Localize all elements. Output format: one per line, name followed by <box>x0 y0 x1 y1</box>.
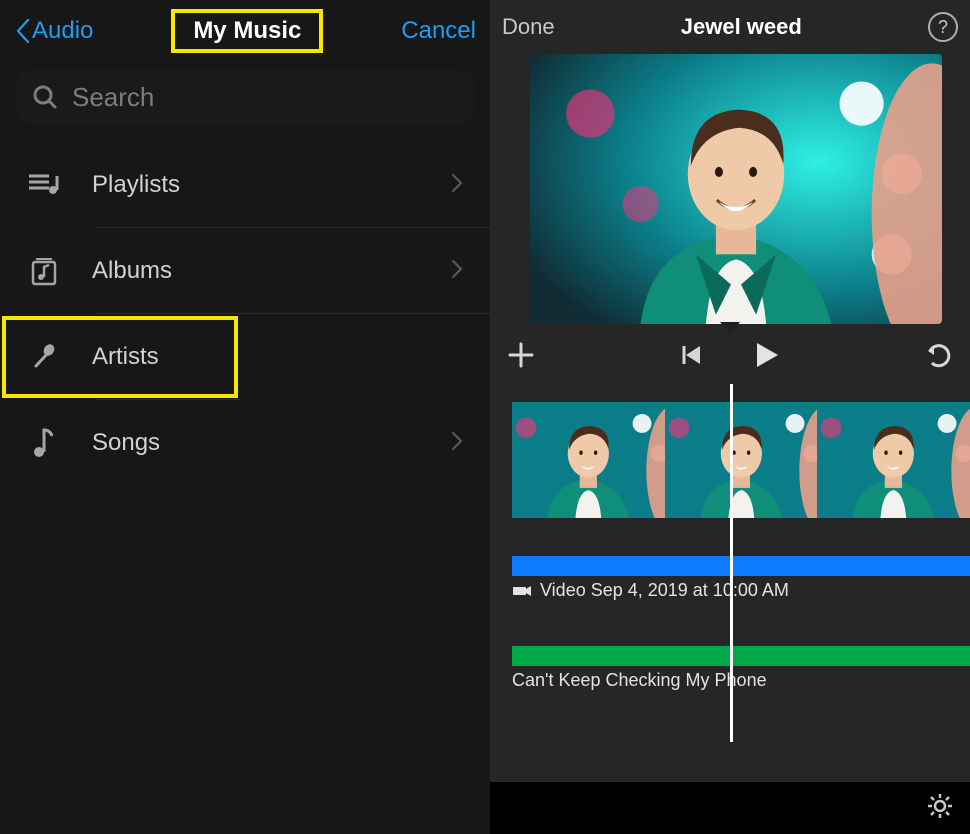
timeline[interactable]: Video Sep 4, 2019 at 10:00 AM Can't Keep… <box>490 384 970 782</box>
preview-viewport <box>490 54 970 330</box>
category-albums[interactable]: Albums <box>0 228 490 314</box>
albums-icon <box>26 253 62 289</box>
skip-back-button[interactable] <box>678 342 704 373</box>
video-track[interactable] <box>512 556 970 576</box>
gear-icon <box>926 792 954 820</box>
done-button[interactable]: Done <box>502 14 555 40</box>
search-icon <box>32 84 58 110</box>
chevron-right-icon <box>450 258 464 285</box>
songs-icon <box>26 425 62 461</box>
playhead[interactable] <box>730 384 733 742</box>
playhead-marker-icon <box>718 320 742 341</box>
help-button[interactable]: ? <box>928 12 958 42</box>
category-label: Albums <box>92 257 420 285</box>
editor-panel: Done Jewel weed ? <box>490 0 970 834</box>
artists-icon <box>26 339 62 375</box>
add-media-button[interactable] <box>506 340 536 375</box>
chevron-right-icon <box>450 172 464 199</box>
search-box[interactable] <box>16 70 474 124</box>
category-label: Songs <box>92 429 420 457</box>
category-playlists[interactable]: Playlists <box>0 142 490 228</box>
preview-frame <box>530 54 942 324</box>
plus-icon <box>506 340 536 370</box>
settings-button[interactable] <box>926 792 954 825</box>
video-thumbnail-strip[interactable] <box>512 402 970 518</box>
chevron-right-icon <box>450 430 464 457</box>
back-label: Audio <box>32 17 93 45</box>
category-list: Playlists Albums Artists Songs <box>0 142 490 486</box>
project-title: Jewel weed <box>555 14 928 40</box>
play-icon <box>750 339 782 371</box>
category-label: Artists <box>92 343 214 371</box>
chevron-left-icon <box>14 16 34 46</box>
timeline-thumbnail <box>512 402 665 518</box>
cancel-button[interactable]: Cancel <box>401 17 476 45</box>
playlists-icon <box>26 167 62 203</box>
play-button[interactable] <box>750 339 782 376</box>
timeline-thumbnail <box>665 402 818 518</box>
clip-icon <box>512 584 532 598</box>
bottom-toolbar <box>490 782 970 834</box>
page-title: My Music <box>171 9 323 53</box>
help-icon: ? <box>938 17 948 38</box>
editor-header: Done Jewel weed ? <box>490 0 970 54</box>
audio-clip-label: Can't Keep Checking My Phone <box>512 670 767 691</box>
undo-button[interactable] <box>924 341 954 374</box>
undo-icon <box>924 341 954 369</box>
music-browser-header: Audio My Music Cancel <box>0 0 490 62</box>
music-browser-panel: Audio My Music Cancel Playlists Albums <box>0 0 490 834</box>
transport-bar <box>490 330 970 384</box>
search-input[interactable] <box>72 82 458 113</box>
audio-track[interactable] <box>512 646 970 666</box>
video-clip-label: Video Sep 4, 2019 at 10:00 AM <box>512 580 789 601</box>
timeline-thumbnail <box>817 402 970 518</box>
back-button[interactable]: Audio <box>14 16 93 46</box>
category-label: Playlists <box>92 171 420 199</box>
category-songs[interactable]: Songs <box>0 400 490 486</box>
category-artists[interactable]: Artists <box>0 314 240 400</box>
skip-back-icon <box>678 342 704 368</box>
